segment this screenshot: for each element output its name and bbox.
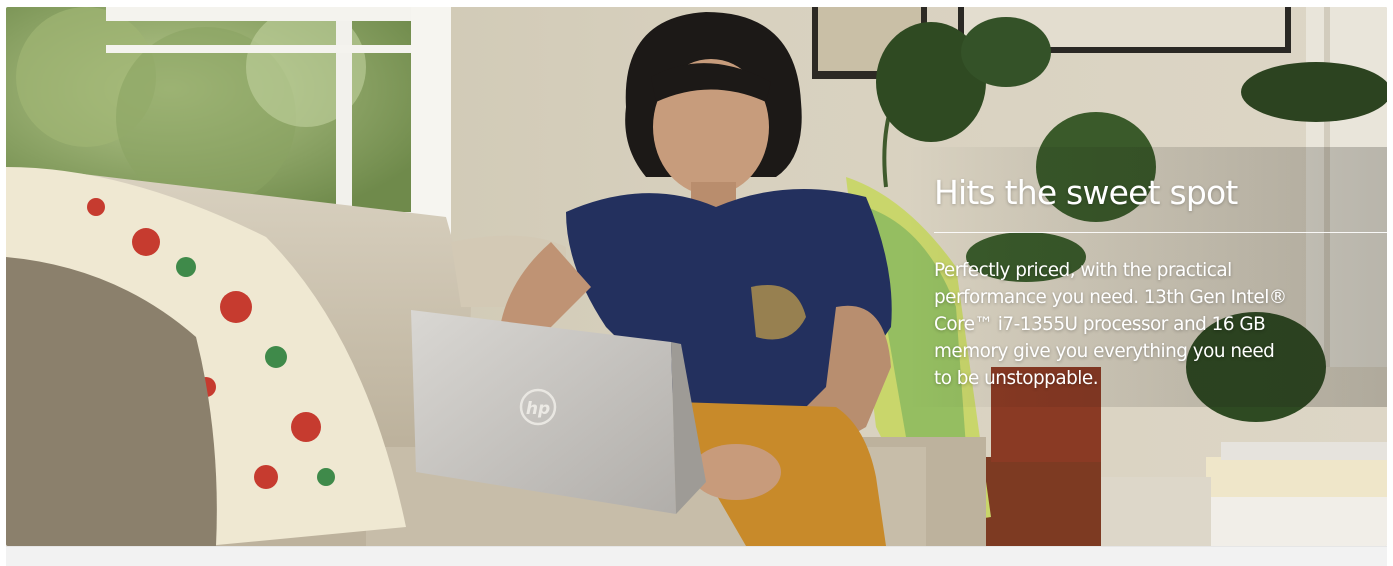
headline-divider (934, 232, 1387, 233)
hero-copy: Hits the sweet spot Perfectly priced, wi… (934, 171, 1387, 392)
hero-description-line: memory give you everything you need (934, 341, 1275, 362)
hero-description: Perfectly priced, with the practical per… (934, 257, 1314, 392)
laptop-logo: hp (526, 399, 550, 419)
hero-description-line: Core™ i7-1355U processor and 16 GB (934, 314, 1266, 335)
hero-description-line: performance you need. 13th Gen Intel® (934, 287, 1287, 308)
page: hp Hits the sweet spot Perfectly priced,… (0, 0, 1393, 566)
bottom-strip (6, 546, 1387, 566)
hero-description-line: to be unstoppable. (934, 368, 1099, 389)
hero-description-line: Perfectly priced, with the practical (934, 260, 1232, 281)
hero-headline: Hits the sweet spot (934, 173, 1238, 212)
hero-banner: hp Hits the sweet spot Perfectly priced,… (6, 7, 1387, 546)
